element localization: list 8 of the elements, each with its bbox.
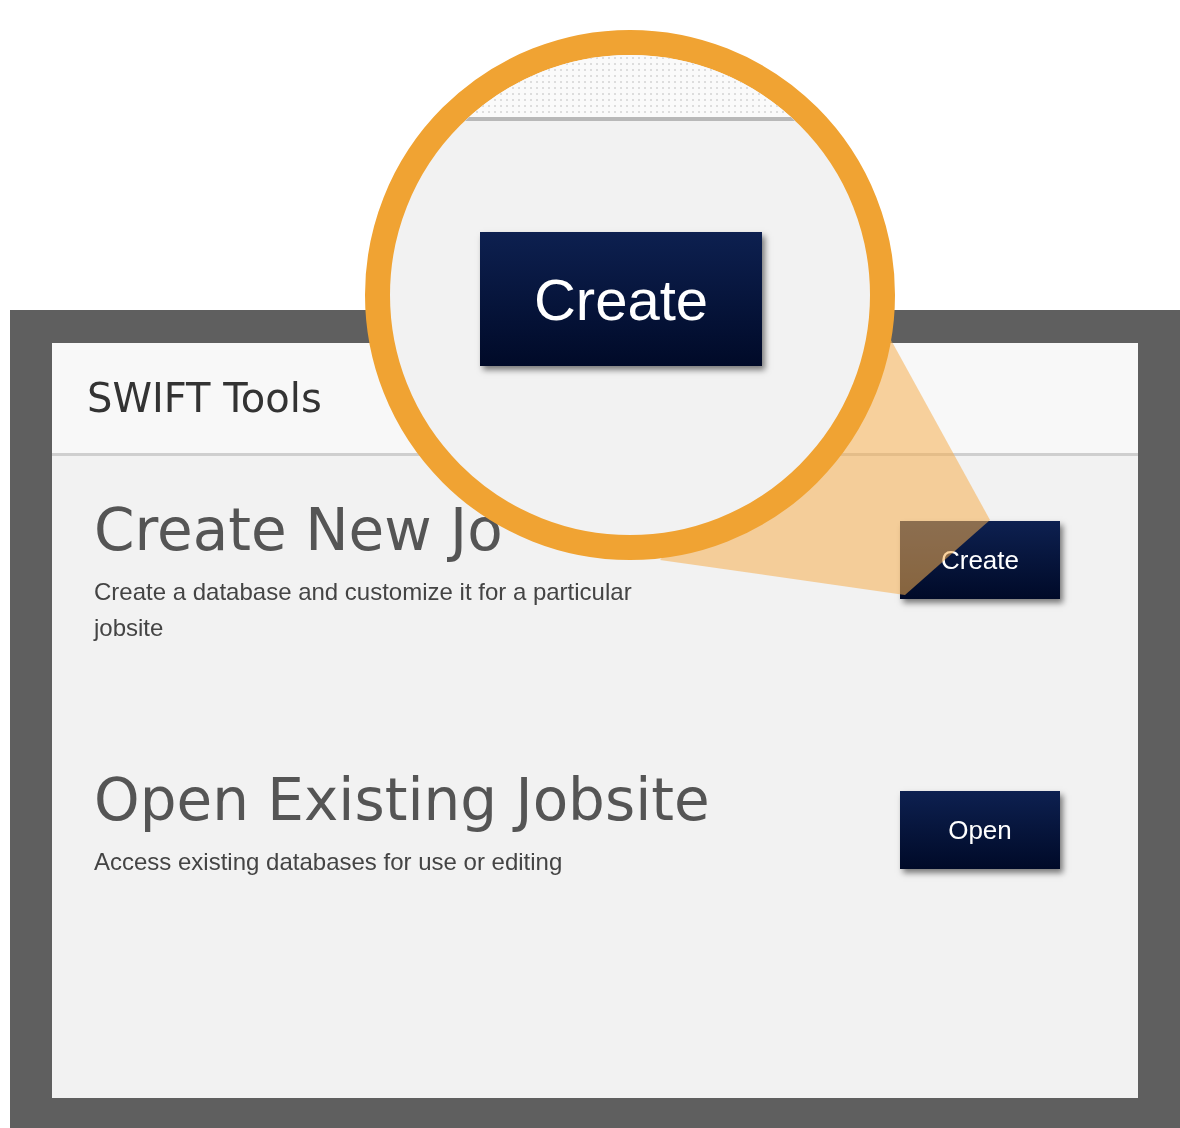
action-button[interactable]: Create — [900, 521, 1060, 599]
action-button[interactable]: Open — [900, 791, 1060, 869]
action-title: Create New Jo — [94, 496, 504, 564]
app-title: SWIFT Tools — [87, 375, 322, 421]
action-description: Access existing databases for use or editing — [94, 847, 564, 877]
action-title: Open Existing Jobsite — [94, 766, 711, 834]
action-description: Create a database and customize it for a particular jobsite — [94, 577, 633, 643]
magnified-create-button[interactable]: Create — [480, 232, 762, 366]
